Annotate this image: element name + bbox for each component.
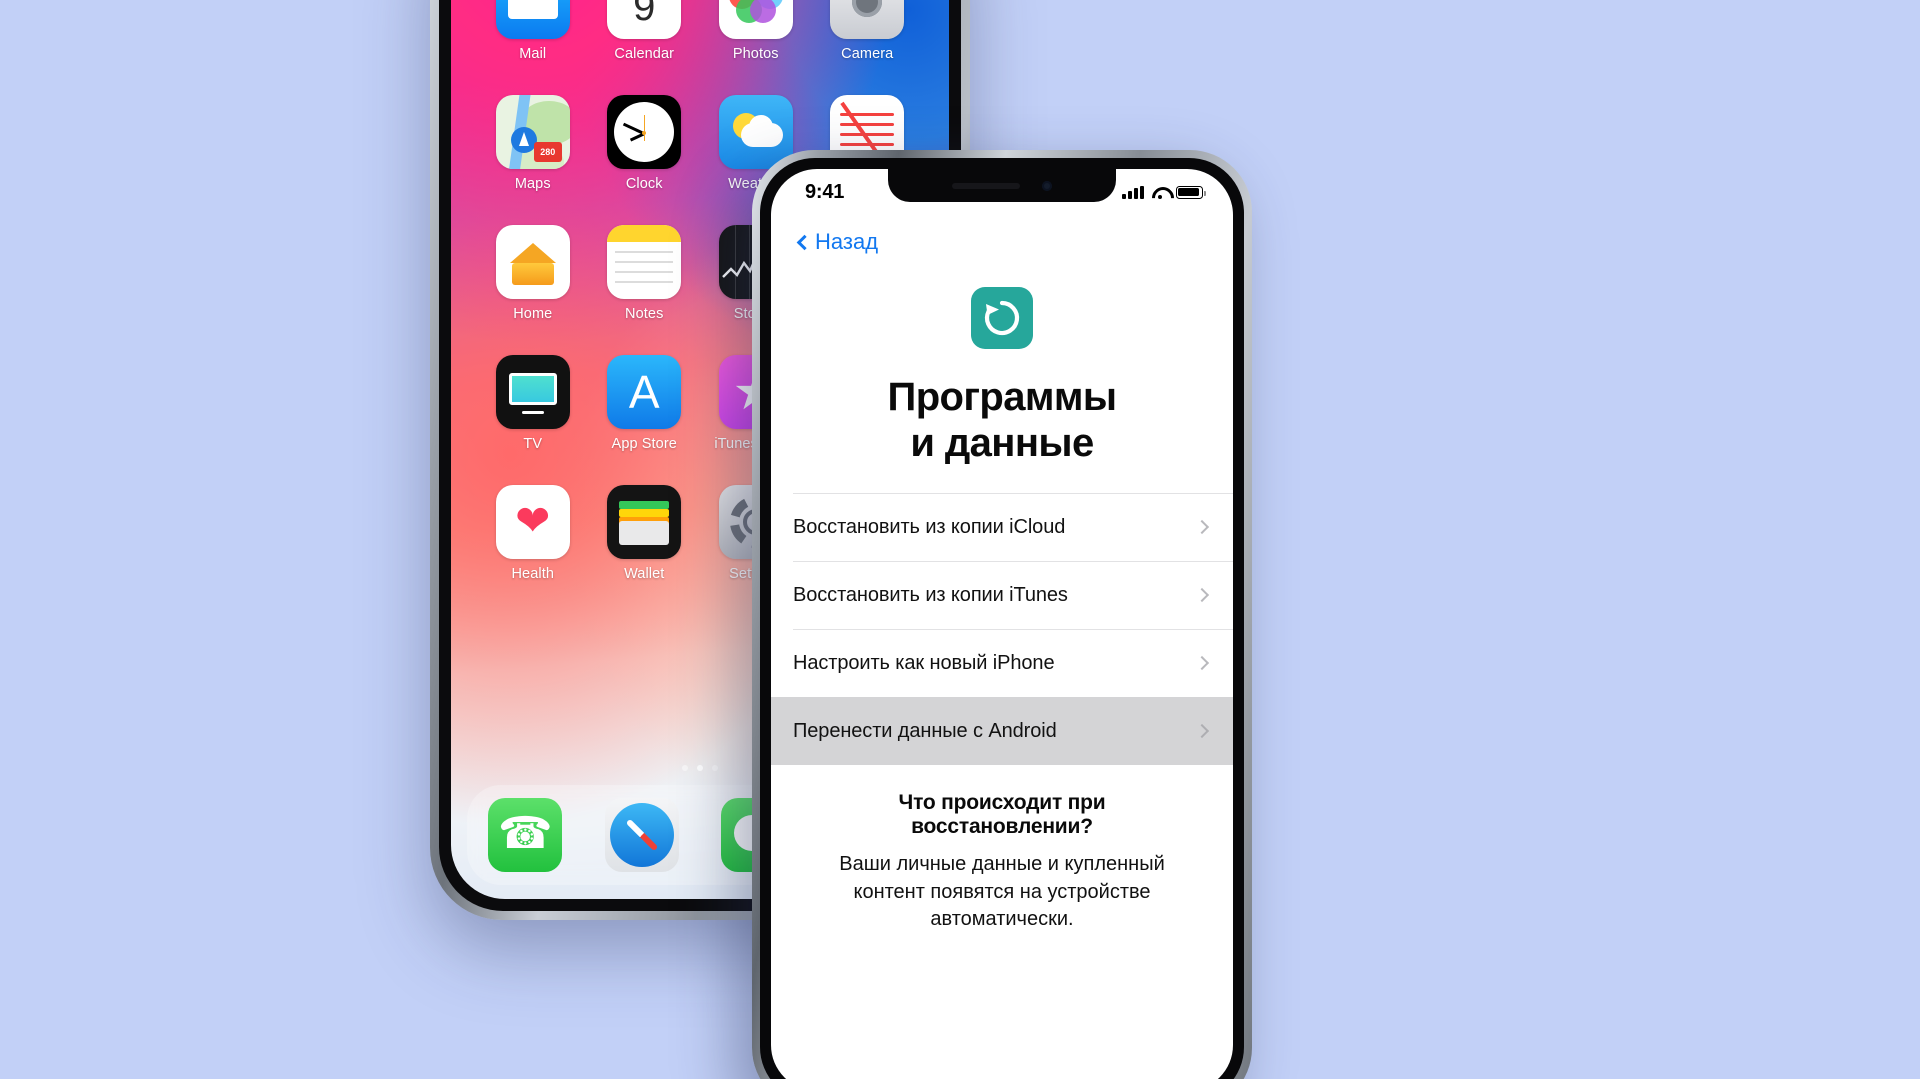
chevron-right-icon: [1194, 587, 1210, 603]
page-header: Программы и данные: [771, 287, 1233, 466]
row-separator: [793, 561, 1233, 562]
app-icon-photos[interactable]: Photos: [700, 0, 812, 62]
mail-icon: [495, 0, 570, 39]
page-title: Программы и данные: [771, 375, 1233, 466]
phone-icon[interactable]: [488, 798, 563, 872]
app-label: Health: [511, 566, 554, 582]
app-label: App Store: [611, 436, 677, 452]
app-label: Mail: [519, 46, 547, 62]
battery-icon: [1176, 185, 1206, 199]
list-item-set-up-as-new-iphone[interactable]: Настроить как новый iPhone: [771, 629, 1233, 697]
list-item-restore-from-itunes[interactable]: Восстановить из копии iTunes: [771, 561, 1233, 629]
app-icon-wallet[interactable]: Wallet: [589, 485, 701, 582]
list-item-move-data-from-android[interactable]: Перенести данные с Android: [771, 697, 1233, 765]
row-separator: [793, 493, 1233, 494]
wifi-icon: [1151, 186, 1169, 199]
app-icon-maps[interactable]: 280 Maps: [477, 95, 589, 192]
apps-and-data-setup-screen: 9:41 Назад Программы и данные Восстанови…: [771, 169, 1233, 1079]
notch: [888, 169, 1116, 202]
app-icon-health[interactable]: ❤ Health: [477, 485, 589, 582]
chevron-right-icon: [1194, 723, 1210, 739]
tv-icon: [495, 355, 570, 429]
info-section: Что происходит при восстановлении? Ваши …: [771, 767, 1233, 934]
options-list: Восстановить из копии iCloud Восстановит…: [771, 493, 1233, 765]
app-icon-calendar[interactable]: СБ 9 Calendar: [589, 0, 701, 62]
app-label: Camera: [841, 46, 894, 62]
maps-route-badge: 280: [533, 142, 562, 162]
page-title-line-1: Программы: [887, 375, 1118, 419]
info-section-title: Что происходит при восстановлении?: [898, 791, 1106, 838]
app-icon-clock[interactable]: Clock: [589, 95, 701, 192]
camera-icon: [830, 0, 905, 39]
app-label: TV: [523, 436, 543, 452]
page-dot[interactable]: [712, 765, 718, 771]
row-separator: [793, 629, 1233, 630]
info-section-body: Ваши личные данные и купленный контент п…: [839, 853, 1165, 931]
health-icon: ❤: [495, 485, 570, 559]
calendar-icon: СБ 9: [607, 0, 682, 39]
home-icon: [495, 225, 570, 299]
list-item-restore-from-icloud[interactable]: Восстановить из копии iCloud: [771, 493, 1233, 561]
safari-icon[interactable]: [604, 798, 679, 872]
page-dot[interactable]: [682, 765, 688, 771]
app-icon-app-store[interactable]: App Store: [589, 355, 701, 452]
app-label: Photos: [732, 46, 779, 62]
app-store-icon: [607, 355, 682, 429]
status-bar-indicators: [1122, 185, 1206, 199]
calendar-date-label: 9: [633, 0, 656, 29]
earpiece-speaker: [952, 182, 1020, 189]
list-item-label: Перенести данные с Android: [793, 719, 1057, 742]
right-phone-bezel: 9:41 Назад Программы и данные Восстанови…: [760, 158, 1244, 1079]
chevron-right-icon: [1194, 655, 1210, 671]
app-label: Calendar: [614, 46, 675, 62]
chevron-left-icon: [796, 234, 813, 251]
cellular-signal-icon: [1122, 185, 1144, 199]
status-bar-time: 9:41: [805, 180, 845, 203]
app-icon-home[interactable]: Home: [477, 225, 589, 322]
app-label: Clock: [625, 176, 663, 192]
app-label: Wallet: [624, 566, 665, 582]
app-label: Home: [513, 306, 553, 322]
photos-icon: [718, 0, 793, 39]
front-camera-icon: [1042, 180, 1052, 191]
notes-icon: [607, 225, 682, 299]
maps-icon: 280: [495, 95, 570, 169]
list-item-label: Восстановить из копии iTunes: [793, 583, 1068, 606]
app-icon-tv[interactable]: TV: [477, 355, 589, 452]
app-label: Notes: [625, 306, 664, 322]
clock-icon: [607, 95, 682, 169]
back-button-label: Назад: [815, 229, 879, 254]
wallet-icon: [607, 485, 682, 559]
app-icon-camera[interactable]: Camera: [812, 0, 924, 62]
restore-circular-arrow-icon: [971, 287, 1033, 349]
right-iphone-device: 9:41 Назад Программы и данные Восстанови…: [752, 150, 1252, 1079]
back-button[interactable]: Назад: [796, 229, 879, 255]
list-item-label: Настроить как новый iPhone: [793, 651, 1055, 674]
app-icon-notes[interactable]: Notes: [589, 225, 701, 322]
page-dot-active[interactable]: [697, 765, 703, 771]
page-title-line-2: и данные: [910, 420, 1094, 465]
app-label: Maps: [514, 176, 551, 192]
app-icon-mail[interactable]: Mail: [477, 0, 589, 62]
list-item-label: Восстановить из копии iCloud: [793, 515, 1066, 538]
chevron-right-icon: [1194, 519, 1210, 535]
